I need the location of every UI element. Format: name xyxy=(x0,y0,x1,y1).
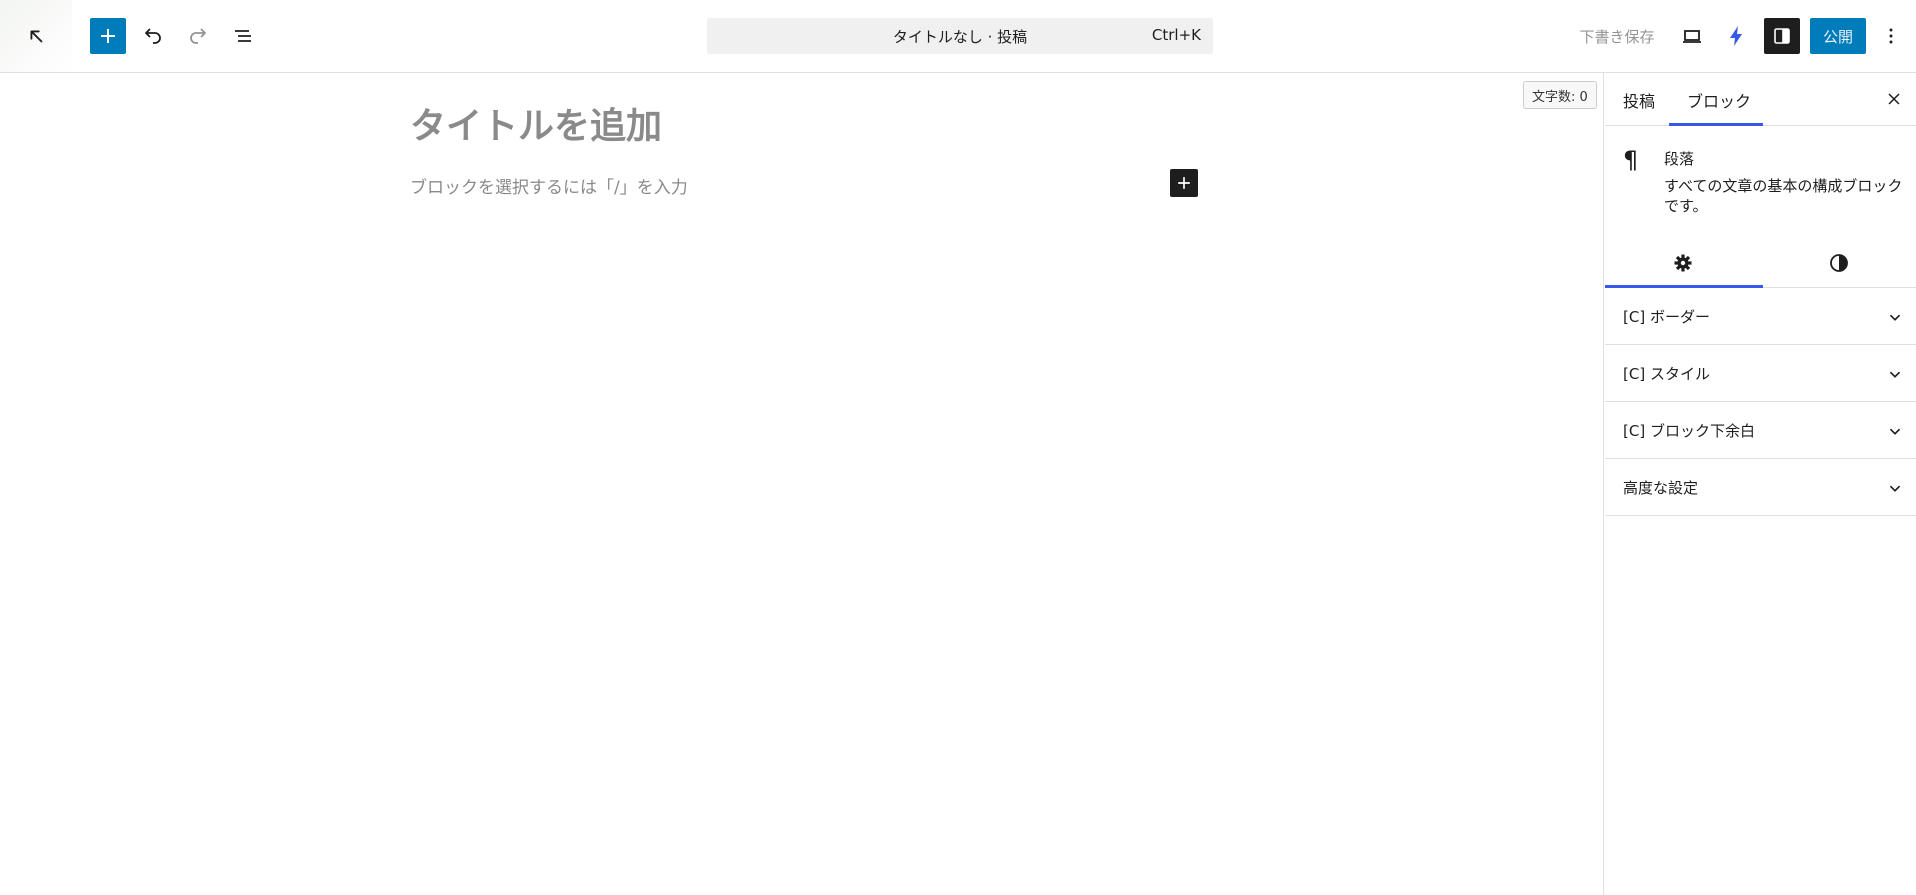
block-inspector-tabs xyxy=(1605,238,1916,288)
arrow-up-left-icon xyxy=(30,30,43,43)
jetpack-button[interactable] xyxy=(1718,18,1754,54)
vertical-ellipsis-icon xyxy=(1889,28,1893,44)
document-bar[interactable]: タイトルなし · 投稿 Ctrl+K xyxy=(707,18,1213,54)
block-card-title: 段落 xyxy=(1664,150,1695,168)
block-card-description: すべての文章の基本の構成ブロックです。 xyxy=(1664,177,1903,215)
publish-button[interactable]: 公開 xyxy=(1810,18,1866,54)
word-count-badge: 文字数: 0 xyxy=(1523,81,1597,109)
block-placeholder[interactable]: ブロックを選択するには「/」を入力 xyxy=(410,173,688,198)
undo-button[interactable] xyxy=(135,18,171,54)
inline-block-inserter-button[interactable] xyxy=(1170,169,1198,197)
pilcrow-icon: ¶ xyxy=(1623,146,1639,174)
contrast-icon xyxy=(1829,254,1848,272)
panel-advanced[interactable]: 高度な設定 xyxy=(1605,459,1916,516)
block-card: ¶ 段落 すべての文章の基本の構成ブロックです。 xyxy=(1605,126,1916,238)
editor-header: タイトルなし · 投稿 Ctrl+K 下書き保存 公開 xyxy=(0,0,1916,73)
chevron-down-icon xyxy=(1889,485,1901,492)
panel-style[interactable]: [C] スタイル xyxy=(1605,345,1916,402)
chevron-down-icon xyxy=(1889,428,1901,435)
sidebar-toggle-icon xyxy=(1774,28,1790,44)
tab-post[interactable]: 投稿 xyxy=(1623,88,1655,112)
post-title-input[interactable]: タイトルを追加 xyxy=(410,97,662,149)
chevron-down-icon xyxy=(1889,371,1901,378)
options-menu-button[interactable] xyxy=(1876,18,1906,54)
tab-block-settings[interactable] xyxy=(1605,238,1760,288)
close-sidebar-button[interactable] xyxy=(1880,85,1908,113)
editor-canvas: 文字数: 0 タイトルを追加 ブロックを選択するには「/」を入力 xyxy=(0,73,1604,895)
panel-advanced-label: 高度な設定 xyxy=(1623,479,1699,497)
command-shortcut: Ctrl+K xyxy=(1151,26,1201,44)
tab-block-styles[interactable] xyxy=(1761,238,1916,288)
plus-icon xyxy=(1178,177,1190,189)
close-icon xyxy=(1888,93,1900,105)
panel-border[interactable]: [C] ボーダー xyxy=(1605,288,1916,345)
save-draft-button[interactable]: 下書き保存 xyxy=(1572,26,1662,47)
panel-style-label: [C] スタイル xyxy=(1623,365,1710,383)
sidebar-tabs: 投稿 ブロック xyxy=(1605,73,1916,126)
list-view-icon xyxy=(235,30,251,42)
redo-button[interactable] xyxy=(180,18,216,54)
redo-icon xyxy=(190,28,206,44)
panel-block-margin-label: [C] ブロック下余白 xyxy=(1623,422,1755,440)
gear-icon xyxy=(1674,254,1691,272)
plus-icon xyxy=(101,29,115,43)
settings-sidebar: 投稿 ブロック ¶ 段落 すべての文章の基本の構成ブロックです。 [C] ボーダ… xyxy=(1605,73,1916,895)
preview-button[interactable] xyxy=(1674,18,1710,54)
panel-block-margin[interactable]: [C] ブロック下余白 xyxy=(1605,402,1916,459)
chevron-down-icon xyxy=(1889,314,1901,321)
settings-toggle-button[interactable] xyxy=(1764,18,1800,54)
panel-border-label: [C] ボーダー xyxy=(1623,308,1710,326)
document-title: タイトルなし · 投稿 xyxy=(892,28,1028,46)
list-view-button[interactable] xyxy=(225,18,261,54)
back-button[interactable] xyxy=(0,0,72,72)
block-inserter-button[interactable] xyxy=(90,18,126,54)
desktop-icon xyxy=(1683,30,1701,43)
undo-icon xyxy=(145,28,161,44)
bolt-icon xyxy=(1730,26,1742,46)
tab-block[interactable]: ブロック xyxy=(1687,88,1751,112)
